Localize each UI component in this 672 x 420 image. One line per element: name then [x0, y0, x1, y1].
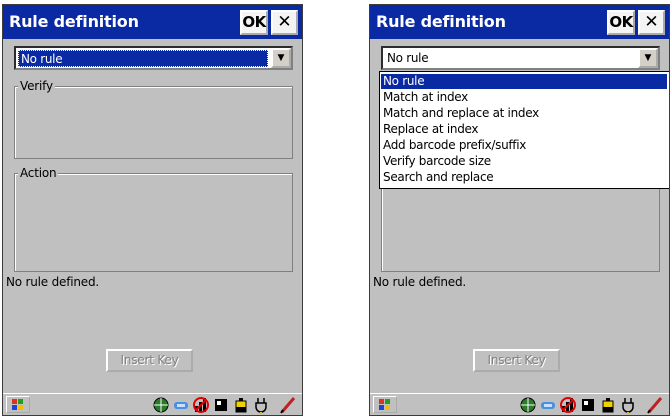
title-bar: Rule definition OK ✕	[3, 5, 302, 39]
taskbar	[370, 393, 669, 415]
verify-group-label: Verify	[18, 78, 55, 94]
rule-dropdown-list: No rule Match at index Match and replace…	[379, 71, 669, 189]
verify-group: Verify	[14, 78, 293, 159]
connection-icon[interactable]	[172, 396, 190, 414]
card-icon[interactable]	[579, 396, 597, 414]
power-icon[interactable]	[619, 396, 637, 414]
globe-icon[interactable]	[519, 396, 537, 414]
dropdown-option-add-prefix-suffix[interactable]: Add barcode prefix/suffix	[381, 138, 667, 153]
close-button[interactable]: ✕	[638, 10, 665, 35]
window-title: Rule definition	[376, 12, 506, 31]
rule-select[interactable]: No rule ▼	[14, 46, 293, 70]
taskbar	[3, 393, 302, 415]
system-tray	[152, 396, 270, 414]
windows-start-icon[interactable]	[373, 396, 397, 413]
chevron-down-icon[interactable]: ▼	[271, 48, 291, 68]
windows-start-icon[interactable]	[6, 396, 30, 413]
battery-icon[interactable]	[599, 396, 617, 414]
rule-select-value: No rule	[18, 50, 268, 67]
battery-icon[interactable]	[232, 396, 250, 414]
power-icon[interactable]	[252, 396, 270, 414]
close-button[interactable]: ✕	[271, 10, 298, 35]
dropdown-option-no-rule[interactable]: No rule	[381, 74, 667, 89]
status-text: No rule defined.	[373, 275, 466, 289]
no-signal-icon[interactable]	[192, 396, 210, 414]
system-tray	[519, 396, 637, 414]
chevron-down-icon[interactable]: ▼	[638, 48, 658, 68]
window-title: Rule definition	[9, 12, 139, 31]
dropdown-option-match-and-replace[interactable]: Match and replace at index	[381, 106, 667, 121]
action-group-label: Action	[18, 165, 59, 181]
ok-button[interactable]: OK	[607, 10, 635, 35]
dropdown-option-match-at-index[interactable]: Match at index	[381, 90, 667, 105]
pen-icon[interactable]	[276, 396, 300, 414]
rule-definition-window-dropdown-open: Rule definition OK ✕ No rule ▼ No rule d…	[369, 4, 670, 416]
title-bar: Rule definition OK ✕	[370, 5, 669, 39]
dropdown-option-verify-size[interactable]: Verify barcode size	[381, 154, 667, 169]
rule-select-value: No rule	[387, 51, 429, 65]
action-group: Action	[14, 165, 293, 272]
status-text: No rule defined.	[6, 275, 99, 289]
dropdown-option-search-replace[interactable]: Search and replace	[381, 170, 667, 185]
card-icon[interactable]	[212, 396, 230, 414]
no-signal-icon[interactable]	[559, 396, 577, 414]
rule-select[interactable]: No rule ▼	[381, 46, 660, 70]
ok-button[interactable]: OK	[240, 10, 268, 35]
insert-key-button[interactable]: Insert Key	[106, 349, 193, 372]
connection-icon[interactable]	[539, 396, 557, 414]
globe-icon[interactable]	[152, 396, 170, 414]
dropdown-option-replace-at-index[interactable]: Replace at index	[381, 122, 667, 137]
insert-key-button[interactable]: Insert Key	[473, 349, 560, 372]
rule-definition-window: Rule definition OK ✕ No rule ▼ Verify Ac…	[2, 4, 303, 416]
pen-icon[interactable]	[643, 396, 667, 414]
